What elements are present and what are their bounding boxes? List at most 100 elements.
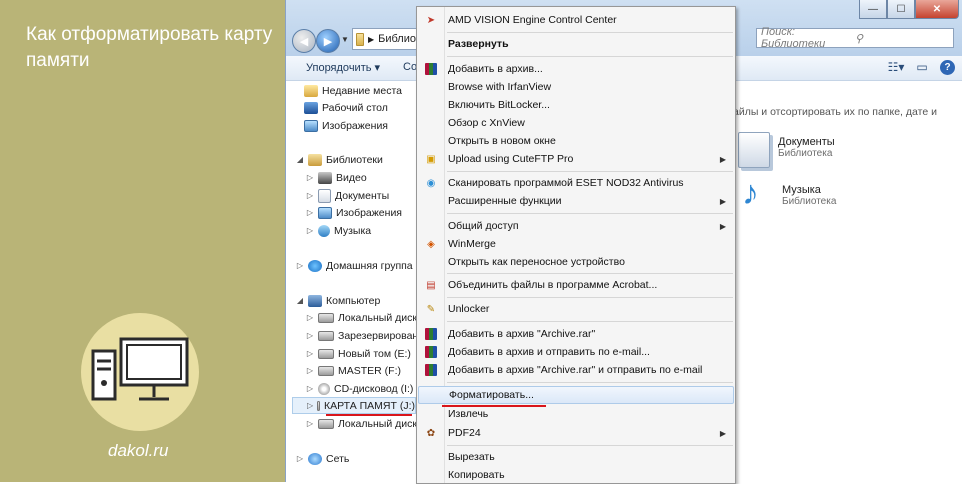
nav-label: MASTER (F:) — [338, 364, 401, 377]
menu-item-amd[interactable]: ➤ AMD VISION Engine Control Center — [418, 11, 734, 29]
menu-label: Открыть в новом окне — [448, 135, 556, 147]
menu-item-add-archive-rar-email[interactable]: Добавить в архив "Archive.rar" и отправи… — [418, 361, 734, 379]
expand-arrow-icon: ▷ — [306, 349, 314, 358]
nav-item-memory-card[interactable]: ▷ КАРТА ПАМЯТ (J:) — [292, 397, 416, 414]
menu-item-copy[interactable]: Копировать — [418, 466, 734, 484]
library-name: Документы — [778, 136, 835, 148]
promo-title: Как отформатировать карту памяти — [26, 24, 273, 71]
menu-label: Unlocker — [448, 303, 490, 315]
menu-item-add-archive-rar[interactable]: Добавить в архив "Archive.rar" — [418, 325, 734, 343]
nav-label: Изображения — [336, 206, 402, 219]
promo-site: dakol.ru — [108, 441, 169, 460]
preview-pane-icon[interactable]: ▭ — [914, 59, 930, 75]
nav-item-desktop[interactable]: Рабочий стол — [304, 99, 388, 116]
submenu-arrow-icon: ▶ — [719, 221, 726, 231]
expand-arrow-icon: ▷ — [306, 226, 314, 235]
menu-item-expand[interactable]: Развернуть — [418, 35, 734, 53]
submenu-arrow-icon: ▶ — [719, 154, 726, 164]
arrow-left-icon: ◀ — [299, 35, 309, 48]
organize-button[interactable]: Упорядочить ▾ — [306, 61, 380, 74]
toolbar-partial-button[interactable]: Со — [403, 61, 417, 73]
nav-label: Новый том (E:) — [338, 347, 411, 360]
cd-drive-icon — [318, 382, 330, 395]
nav-item-cd-drive[interactable]: ▷ CD-дисковод (I:) — [306, 380, 413, 397]
nav-item-pictures[interactable]: ▷ Изображения — [306, 204, 402, 221]
expand-arrow-icon: ▷ — [306, 173, 314, 182]
nav-item-pictures-fav[interactable]: Изображения — [304, 117, 388, 134]
menu-item-advanced[interactable]: Расширенные функции ▶ — [418, 192, 734, 210]
menu-item-add-archive[interactable]: Добавить в архив... — [418, 60, 734, 78]
nav-item-drive-f[interactable]: ▷ MASTER (F:) — [306, 362, 401, 379]
folder-icon — [356, 32, 364, 46]
nav-item-music[interactable]: ▷ Музыка — [306, 222, 371, 239]
help-icon[interactable]: ? — [940, 59, 955, 75]
forward-button[interactable]: ▶ — [316, 29, 340, 53]
expanded-triangle-icon: ◢ — [296, 155, 304, 164]
menu-item-sharing[interactable]: Общий доступ ▶ — [418, 217, 734, 235]
close-button[interactable]: ✕ — [915, 0, 959, 19]
submenu-arrow-icon: ▶ — [719, 196, 726, 206]
maximize-button[interactable]: ☐ — [887, 0, 915, 19]
winrar-icon — [418, 63, 444, 75]
nav-label: Видео — [336, 171, 367, 184]
menu-item-irfanview[interactable]: Browse with IrfanView — [418, 78, 734, 96]
nav-item-drive-z[interactable]: ▷ Локальный диск (Z — [306, 415, 416, 432]
menu-separator — [447, 56, 733, 57]
computer-icon — [91, 337, 189, 401]
menu-separator — [447, 32, 733, 33]
nav-item-libraries[interactable]: ◢ Библиотеки — [296, 151, 383, 168]
minimize-button[interactable]: — — [859, 0, 887, 19]
nav-item-network[interactable]: ▷ Сеть — [296, 450, 349, 467]
history-dropdown[interactable]: ▼ — [341, 35, 349, 44]
menu-label: Развернуть — [448, 38, 509, 50]
menu-item-open-new-window[interactable]: Открыть в новом окне — [418, 132, 734, 150]
view-options-icon[interactable]: ☷▾ — [888, 59, 905, 75]
music-library-icon — [738, 174, 774, 216]
nav-item-drive-e[interactable]: ▷ Новый том (E:) — [306, 345, 411, 362]
menu-item-eset-scan[interactable]: ◉ Сканировать программой ESET NOD32 Antiv… — [418, 174, 734, 192]
menu-item-pdf24[interactable]: ✿ PDF24 ▶ — [418, 424, 734, 442]
menu-item-cuteftp[interactable]: ▣ Upload using CuteFTP Pro ▶ — [418, 150, 734, 168]
menu-item-bitlocker[interactable]: Включить BitLocker... — [418, 96, 734, 114]
nav-item-documents[interactable]: ▷ Документы — [306, 187, 389, 204]
expand-arrow-icon: ▷ — [306, 191, 314, 200]
documents-icon — [318, 188, 331, 203]
nav-item-recent[interactable]: Недавние места — [304, 82, 402, 99]
back-button[interactable]: ◀ — [292, 29, 316, 53]
hard-drive-icon — [318, 348, 334, 359]
menu-item-unlocker[interactable]: ✎ Unlocker — [418, 300, 734, 318]
winrar-icon — [418, 346, 444, 358]
menu-item-acrobat[interactable]: ▤ Объединить файлы в программе Acrobat... — [418, 276, 734, 294]
nav-item-computer[interactable]: ◢ Компьютер — [296, 292, 380, 309]
menu-item-eject[interactable]: Извлечь — [418, 405, 734, 423]
unlocker-icon: ✎ — [426, 303, 436, 315]
library-tile-music[interactable]: Музыка Библиотека — [738, 174, 837, 216]
expanded-triangle-icon: ◢ — [296, 296, 304, 305]
search-input[interactable]: Поиск: Библиотеки ⚲ — [756, 26, 954, 50]
menu-item-add-archive-email[interactable]: Добавить в архив и отправить по e-mail..… — [418, 343, 734, 361]
expand-arrow-icon: ▷ — [306, 419, 314, 428]
expand-arrow-icon: ▷ — [296, 454, 304, 463]
address-bar[interactable]: ▶ Библио — [352, 28, 417, 50]
library-type: Библиотека — [782, 196, 837, 207]
nav-item-reserved[interactable]: ▷ Зарезервировано — [306, 327, 416, 344]
search-icon: ⚲ — [855, 32, 864, 45]
nav-item-drive-c[interactable]: ▷ Локальный диск (( — [306, 309, 416, 326]
menu-label: Копировать — [448, 469, 505, 481]
menu-item-portable-device[interactable]: Открыть как переносное устройство — [418, 253, 734, 271]
menu-label: WinMerge — [448, 238, 496, 250]
menu-item-format[interactable]: Форматировать... — [418, 386, 734, 404]
nav-label: КАРТА ПАМЯТ (J:) — [323, 399, 415, 412]
menu-label: Расширенные функции — [448, 195, 562, 207]
nav-item-homegroup[interactable]: ▷ Домашняя группа — [296, 257, 413, 274]
winrar-icon — [418, 364, 444, 376]
menu-item-winmerge[interactable]: ◈ WinMerge — [418, 235, 734, 253]
menu-item-cut[interactable]: Вырезать — [418, 448, 734, 466]
library-type: Библиотека — [778, 148, 833, 159]
libraries-icon — [308, 153, 322, 166]
nav-item-video[interactable]: ▷ Видео — [306, 169, 367, 186]
menu-separator — [447, 297, 733, 298]
menu-item-xnview[interactable]: Обзор с XnView — [418, 114, 734, 132]
library-tile-documents[interactable]: Документы Библиотека — [738, 132, 835, 168]
computer-illustration — [81, 313, 199, 431]
